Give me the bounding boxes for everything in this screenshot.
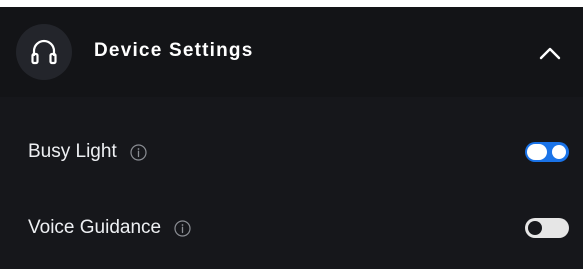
chevron-up-icon xyxy=(539,47,561,60)
device-settings-header[interactable]: Device Settings xyxy=(0,7,583,97)
toggle-knob xyxy=(528,221,542,235)
setting-row-busy-light: Busy Light xyxy=(0,130,583,174)
info-icon[interactable] xyxy=(174,219,191,237)
collapse-button[interactable] xyxy=(536,43,564,63)
device-settings-panel: Device Settings Busy Light Voice Guidanc… xyxy=(0,7,583,269)
headphones-icon xyxy=(31,39,57,65)
setting-label: Busy Light xyxy=(28,141,117,162)
voice-guidance-toggle[interactable] xyxy=(525,218,569,238)
info-icon[interactable] xyxy=(130,143,147,161)
setting-label: Voice Guidance xyxy=(28,217,162,238)
busy-light-toggle[interactable] xyxy=(525,142,569,162)
setting-row-voice-guidance: Voice Guidance xyxy=(0,206,583,250)
toggle-knob xyxy=(552,145,566,159)
device-icon-badge xyxy=(16,24,72,80)
panel-title: Device Settings xyxy=(94,40,254,61)
